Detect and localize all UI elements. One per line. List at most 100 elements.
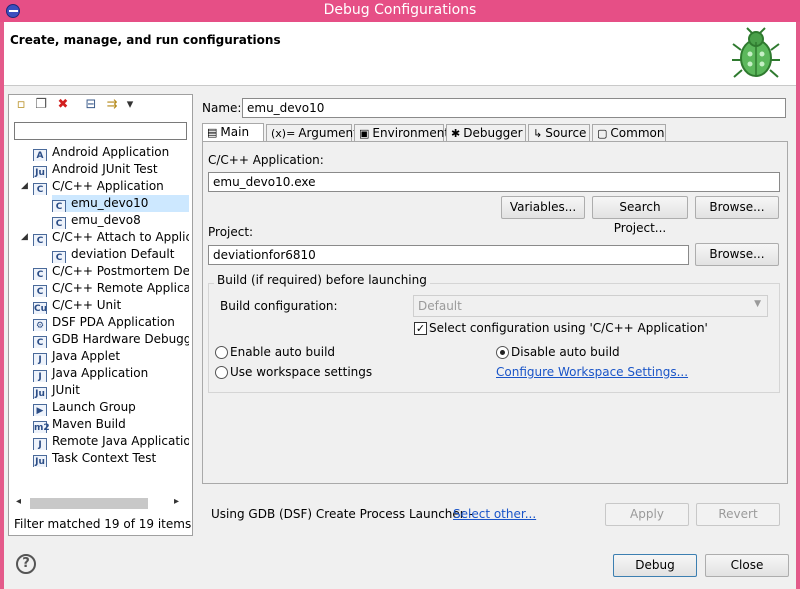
tree-item-label: Java Application — [52, 366, 149, 380]
enable-auto-build-radio[interactable] — [215, 346, 228, 359]
use-workspace-settings-label: Use workspace settings — [230, 365, 373, 379]
tab-debugger[interactable]: ✱ Debugger — [446, 124, 526, 142]
tree-item[interactable]: C GDB Hardware Debugging — [33, 331, 189, 348]
configuration-type-icon: C — [33, 183, 47, 195]
filter-icon[interactable]: ⇉ — [104, 97, 120, 113]
disable-auto-build-radio[interactable] — [496, 346, 509, 359]
debug-bug-icon — [732, 27, 780, 78]
project-field[interactable]: deviationfor6810 — [208, 245, 689, 265]
header-text: Create, manage, and run configurations — [10, 33, 281, 47]
debug-button[interactable]: Debug — [613, 554, 697, 577]
tree-item[interactable]: ⚙ DSF PDA Application — [33, 314, 189, 331]
use-workspace-settings-radio[interactable] — [215, 366, 228, 379]
tab-icon: ↳ — [533, 127, 543, 140]
tab-main[interactable]: ▤ Main — [202, 123, 264, 142]
tree-expand-icon[interactable]: ◢ — [21, 181, 28, 191]
application-field[interactable]: emu_devo10.exe — [208, 172, 780, 192]
configure-workspace-link[interactable]: Configure Workspace Settings... — [496, 365, 688, 379]
tab-icon: (x)= — [271, 127, 296, 140]
tree-item-label: Maven Build — [52, 417, 126, 431]
tree-item-label: emu_devo10 — [71, 196, 149, 210]
tree-item[interactable]: Cu C/C++ Unit — [33, 297, 189, 314]
tab-icon: ✱ — [451, 127, 461, 140]
scroll-right-icon[interactable]: ▸ — [174, 496, 179, 507]
tree-item[interactable]: A Android Application — [33, 144, 189, 161]
delete-icon[interactable]: ✖ — [55, 97, 71, 113]
new-configuration-icon[interactable]: ▫ — [13, 97, 29, 113]
select-config-checkbox[interactable]: ✓ — [414, 322, 427, 335]
configuration-type-icon: C — [33, 285, 47, 297]
configuration-type-icon: ⚙ — [33, 319, 47, 331]
configuration-type-icon: Ju — [33, 387, 47, 399]
configuration-type-icon: C — [52, 217, 66, 229]
tree-item-label: C/C++ Unit — [52, 298, 122, 312]
application-label: C/C++ Application: — [208, 153, 324, 167]
tab-arguments[interactable]: (x)= Arguments — [266, 124, 364, 142]
configuration-type-icon: Ju — [33, 455, 47, 467]
tree-item-label: C/C++ Attach to Application — [52, 230, 189, 244]
duplicate-icon[interactable]: ❐ — [33, 97, 49, 113]
configuration-type-icon: C — [33, 268, 47, 280]
collapse-all-icon[interactable]: ⊟ — [83, 97, 99, 113]
tree-item[interactable]: m2 Maven Build — [33, 416, 189, 433]
revert-button[interactable]: Revert — [696, 503, 780, 526]
tree-item[interactable]: J Java Application — [33, 365, 189, 382]
help-icon[interactable]: ? — [16, 554, 36, 574]
project-label: Project: — [208, 225, 254, 239]
apply-button[interactable]: Apply — [605, 503, 689, 526]
tree-item-label: C/C++ Application — [52, 179, 164, 193]
browse-application-button[interactable]: Browse... — [695, 196, 779, 219]
chevron-down-icon: ▼ — [754, 299, 761, 309]
select-other-link[interactable]: Select other... — [453, 507, 536, 521]
tree-item[interactable]: Cemu_devo10 — [52, 195, 189, 212]
filter-status: Filter matched 19 of 19 items — [14, 517, 192, 531]
tab-common[interactable]: ▢ Common — [592, 124, 666, 142]
tab-label: Debugger — [463, 126, 523, 140]
scrollbar-thumb[interactable] — [30, 498, 148, 509]
tree-item[interactable]: Ju JUnit — [33, 382, 189, 399]
tree-item[interactable]: Cdeviation Default — [52, 246, 189, 263]
close-button[interactable]: Close — [705, 554, 789, 577]
name-field[interactable]: emu_devo10 — [242, 98, 786, 118]
tab-environment[interactable]: ▣ Environment — [354, 124, 449, 142]
select-config-label: Select configuration using 'C/C++ Applic… — [429, 321, 708, 335]
search-project-button[interactable]: Search Project... — [592, 196, 688, 235]
tree-item[interactable]: C C/C++ Attach to Application — [33, 229, 189, 246]
tab-source[interactable]: ↳ Source — [528, 124, 590, 142]
tab-label: Main — [220, 125, 250, 139]
filter-input[interactable] — [14, 122, 187, 140]
view-menu-icon[interactable]: ▾ — [122, 97, 138, 113]
tree-item-label: JUnit — [52, 383, 80, 397]
tab-icon: ▣ — [359, 127, 370, 140]
tree-expand-icon[interactable]: ◢ — [21, 232, 28, 242]
tree-item-label: Launch Group — [52, 400, 136, 414]
configuration-type-icon: C — [33, 336, 47, 348]
browse-project-button[interactable]: Browse... — [695, 243, 779, 266]
build-configuration-combo: Default ▼ — [413, 295, 768, 317]
configuration-type-icon: C — [33, 234, 47, 246]
tree-item[interactable]: Ju Android JUnit Test — [33, 161, 189, 178]
tree-item-label: C/C++ Remote Application — [52, 281, 189, 295]
tree-item-label: DSF PDA Application — [52, 315, 175, 329]
tree-item[interactable]: J Java Applet — [33, 348, 189, 365]
configuration-type-icon: J — [33, 353, 47, 365]
tree-item[interactable]: C C/C++ Remote Application — [33, 280, 189, 297]
scroll-left-icon[interactable]: ◂ — [16, 496, 21, 507]
tree-item-label: Android Application — [52, 145, 170, 159]
launcher-text: Using GDB (DSF) Create Process Launcher … — [211, 507, 473, 521]
tree-item[interactable]: Ju Task Context Test — [33, 450, 189, 467]
variables-button[interactable]: Variables... — [501, 196, 585, 219]
configuration-type-icon: C — [52, 200, 66, 212]
tree-item[interactable]: ▶ Launch Group — [33, 399, 189, 416]
tree-item[interactable]: C C/C++ Application — [33, 178, 189, 195]
configuration-type-icon: J — [33, 370, 47, 382]
configuration-type-icon: J — [33, 438, 47, 450]
configuration-type-icon: A — [33, 149, 47, 161]
build-group-title: Build (if required) before launching — [214, 273, 430, 287]
tree-item-label: GDB Hardware Debugging — [52, 332, 189, 346]
tree-item[interactable]: C C/C++ Postmortem Debugger — [33, 263, 189, 280]
tree-item[interactable]: J Remote Java Application — [33, 433, 189, 450]
tree-item-label: Remote Java Application — [52, 434, 189, 448]
tree-item[interactable]: Cemu_devo8 — [52, 212, 189, 229]
enable-auto-build-label: Enable auto build — [230, 345, 336, 359]
